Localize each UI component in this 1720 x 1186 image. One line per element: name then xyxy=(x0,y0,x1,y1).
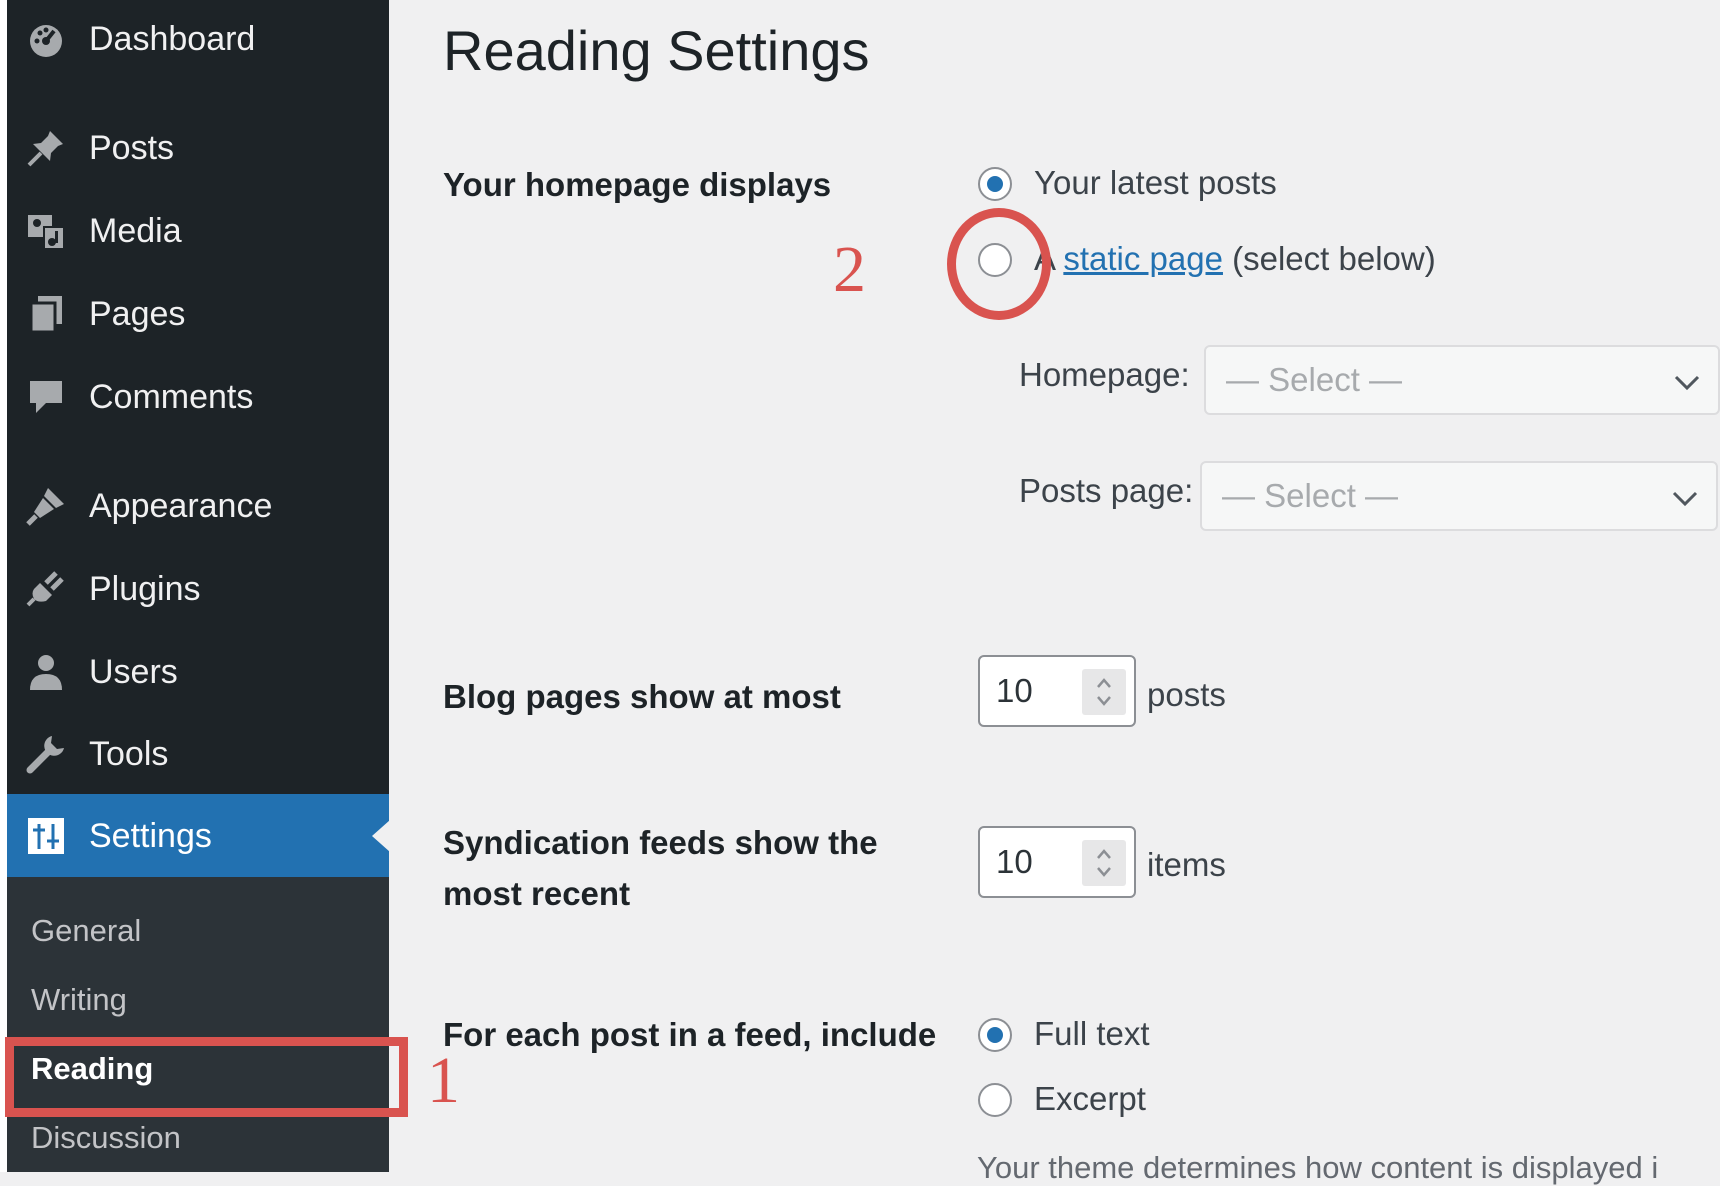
radio-full-text[interactable] xyxy=(978,1018,1012,1052)
settings-icon xyxy=(24,814,68,858)
posts-page-select-label: Posts page: xyxy=(1019,472,1194,509)
menu-media[interactable]: Media xyxy=(7,196,389,266)
blog-pages-input[interactable]: 10 xyxy=(978,655,1136,727)
annotation-circle xyxy=(947,208,1051,320)
syndication-unit: items xyxy=(1147,846,1226,883)
pages-icon xyxy=(24,292,68,336)
syndication-label-2: most recent xyxy=(443,875,631,912)
pin-icon xyxy=(24,126,68,170)
menu-dashboard[interactable]: Dashboard xyxy=(7,4,389,74)
radio-full-text-label[interactable]: Full text xyxy=(1034,1015,1150,1053)
posts-page-select-value: — Select — xyxy=(1222,477,1399,514)
radio-excerpt[interactable] xyxy=(978,1083,1012,1117)
menu-plugins-label: Plugins xyxy=(89,569,201,608)
static-page-link[interactable]: static page xyxy=(1063,240,1223,277)
menu-users[interactable]: Users xyxy=(7,637,389,707)
menu-posts[interactable]: Posts xyxy=(7,113,389,183)
menu-settings-label: Settings xyxy=(89,816,212,855)
wrench-icon xyxy=(24,732,68,776)
plugin-icon xyxy=(24,567,68,611)
radio-latest-posts-label[interactable]: Your latest posts xyxy=(1034,164,1277,202)
menu-appearance[interactable]: Appearance xyxy=(7,471,389,541)
menu-pages[interactable]: Pages xyxy=(7,279,389,349)
menu-comments-label: Comments xyxy=(89,377,254,416)
blog-pages-label: Blog pages show at most xyxy=(443,678,841,715)
page-title: Reading Settings xyxy=(443,19,870,82)
spinner-icon[interactable] xyxy=(1082,840,1126,886)
menu-appearance-label: Appearance xyxy=(89,486,273,525)
admin-sidebar: Dashboard Posts Media Pages Comments App… xyxy=(7,0,390,1172)
annotation-number-1: 1 xyxy=(427,1044,460,1117)
syndication-label-1: Syndication feeds show the xyxy=(443,824,878,861)
chevron-down-icon xyxy=(1672,491,1698,507)
radio-static-page-label[interactable]: A static page (select below) xyxy=(1034,240,1436,278)
homepage-select-label: Homepage: xyxy=(1019,356,1190,393)
spinner-icon[interactable] xyxy=(1082,669,1126,715)
chevron-down-icon xyxy=(1674,375,1700,391)
menu-dashboard-label: Dashboard xyxy=(89,19,256,58)
blog-pages-value: 10 xyxy=(996,672,1033,709)
comment-icon xyxy=(24,375,68,419)
submenu-writing[interactable]: Writing xyxy=(31,982,127,1018)
user-icon xyxy=(24,650,68,694)
static-page-suffix: (select below) xyxy=(1222,240,1436,277)
submenu-general[interactable]: General xyxy=(31,913,141,949)
annotation-box xyxy=(5,1037,408,1117)
brush-icon xyxy=(24,484,68,528)
posts-page-select[interactable]: — Select — xyxy=(1200,461,1718,531)
homepage-select[interactable]: — Select — xyxy=(1204,345,1720,415)
annotation-number-2: 2 xyxy=(833,233,866,306)
menu-comments[interactable]: Comments xyxy=(7,362,389,432)
homepage-select-value: — Select — xyxy=(1226,361,1403,398)
submenu-discussion[interactable]: Discussion xyxy=(31,1120,181,1156)
menu-users-label: Users xyxy=(89,652,178,691)
blog-pages-unit: posts xyxy=(1147,676,1226,713)
feed-include-label: For each post in a feed, include xyxy=(443,1016,937,1053)
dashboard-icon xyxy=(24,17,68,61)
radio-latest-posts[interactable] xyxy=(978,167,1012,201)
homepage-displays-label: Your homepage displays xyxy=(443,166,832,203)
radio-excerpt-label[interactable]: Excerpt xyxy=(1034,1080,1146,1118)
syndication-input[interactable]: 10 xyxy=(978,826,1136,898)
menu-settings[interactable]: Settings xyxy=(7,794,390,878)
active-menu-arrow xyxy=(372,820,390,852)
media-icon xyxy=(24,209,68,253)
menu-pages-label: Pages xyxy=(89,294,186,333)
syndication-value: 10 xyxy=(996,843,1033,880)
menu-tools-label: Tools xyxy=(89,734,169,773)
menu-posts-label: Posts xyxy=(89,128,175,167)
menu-media-label: Media xyxy=(89,211,182,250)
menu-tools[interactable]: Tools xyxy=(7,719,389,789)
menu-plugins[interactable]: Plugins xyxy=(7,554,389,624)
feed-description: Your theme determines how content is dis… xyxy=(977,1150,1659,1185)
left-edge xyxy=(0,0,7,1172)
settings-submenu: General Writing Reading Discussion xyxy=(7,877,389,1172)
